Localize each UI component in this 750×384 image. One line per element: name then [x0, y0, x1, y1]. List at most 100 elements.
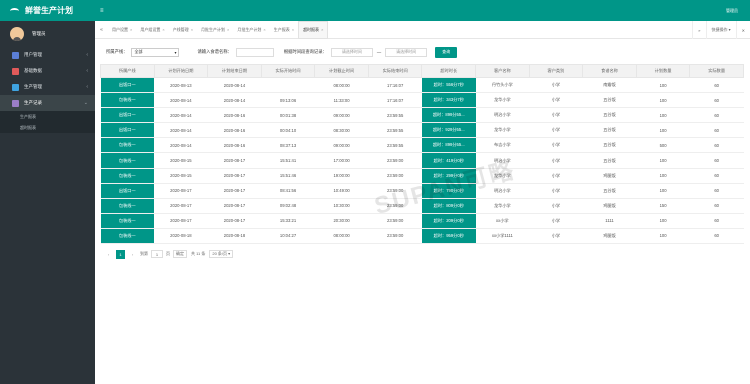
cell-plan-end-date: 2020-08-14: [207, 77, 262, 94]
cell-timeout-duration: 超时：809分0秒: [421, 198, 476, 214]
cell-recipe-name: 鸡腿饭: [582, 198, 637, 214]
search-button[interactable]: 查询: [435, 46, 458, 58]
sidebar-item-production[interactable]: 生产管理 ‹: [0, 79, 95, 95]
col-header-line[interactable]: 所属产线: [100, 64, 155, 78]
tab-user-group-settings[interactable]: 用户组设置 ×: [136, 21, 168, 39]
cell-plan-end-date: 2020-08-17: [207, 183, 262, 199]
cell-timeout-duration: 超时：299分0秒: [421, 168, 476, 184]
sidebar-item-records[interactable]: 生产记录 ⌄: [0, 95, 95, 111]
cell-plan-start-date: 2020-08-15: [154, 152, 208, 169]
close-icon[interactable]: ×: [227, 27, 229, 32]
page-size-select[interactable]: 20 条/页 ▾: [209, 250, 234, 259]
close-icon[interactable]: ×: [191, 27, 193, 32]
page-number-input[interactable]: 1: [151, 250, 163, 259]
chevron-left-icon: ‹: [86, 52, 88, 58]
table-row[interactable]: 出饭口一 2020-08-13 2020-08-14 08:00:00 17:16:07…: [100, 77, 744, 94]
cell-plan-deadline: 08:00:00: [314, 77, 369, 94]
cell-plan-start-date: 2020-08-17: [154, 198, 208, 214]
cell-customer-type: 小学: [529, 122, 583, 139]
tab-prev-icon[interactable]: «: [95, 27, 108, 33]
quick-actions-dropdown[interactable]: 快捷操作 ▾: [705, 21, 736, 39]
menu-toggle-icon[interactable]: ≡: [100, 8, 104, 14]
cell-customer-type: 小学: [529, 92, 583, 109]
close-icon[interactable]: ×: [162, 27, 164, 32]
close-icon[interactable]: ×: [130, 27, 132, 32]
prev-page-button[interactable]: ‹: [104, 250, 113, 259]
col-header-actual-end-time[interactable]: 实际结束时间: [367, 64, 423, 78]
table-row[interactable]: 包装线一 2020-08-14 2020-08-16 08:37:13 09:00:00…: [100, 137, 744, 154]
cell-actual-end-time: 17:16:07: [368, 92, 422, 109]
table-row[interactable]: 包装线一 2020-08-17 2020-08-17 09:02:48 10:30:00…: [100, 198, 744, 214]
table-row[interactable]: 包装线一 2020-08-15 2020-08-17 15:51:41 17:00:00…: [100, 152, 744, 169]
tab-timeout-report[interactable]: 超时报表 ×: [298, 20, 329, 39]
admin-menu[interactable]: 管理员: [726, 8, 738, 14]
tab-next-icon[interactable]: »: [692, 21, 705, 39]
goto-confirm-button[interactable]: 确定: [173, 250, 187, 259]
table-row[interactable]: 包装线一 2020-08-18 2020-08-18 10:04:27 08:00:00…: [100, 228, 744, 245]
cell-customer-name: 明治小学: [475, 107, 530, 124]
cell-plan-end-date: 2020-08-17: [207, 168, 262, 184]
table-row[interactable]: 出饭口一 2020-08-14 2020-08-16 00:04:10 08:30:00…: [100, 122, 744, 139]
start-date-input[interactable]: 请选择时间: [330, 47, 373, 57]
cell-customer-type: 小学: [529, 168, 583, 184]
user-icon: [12, 51, 19, 59]
user-info[interactable]: 管理员: [0, 21, 95, 47]
next-page-button[interactable]: ›: [128, 250, 137, 259]
end-date-input[interactable]: 请选择时间: [385, 47, 428, 57]
close-all-icon[interactable]: ✕: [735, 21, 750, 39]
brand: 鲜誉生产计划: [0, 0, 95, 21]
table-row[interactable]: 包装线一 2020-08-14 2020-08-14 09:13:06 11:33:00…: [100, 92, 744, 109]
cell-plan-deadline: 10:30:00: [314, 198, 369, 214]
main-content: 所属产线： 全部 ▾ 请输入食谱名称： 根据时间段查询记录： 请选择时间 — 请…: [98, 43, 746, 379]
col-header-plan-start-date[interactable]: 计划开始日期: [153, 64, 209, 78]
col-header-customer-name[interactable]: 客户名称: [475, 64, 530, 78]
col-header-timeout-duration[interactable]: 超时时长: [421, 64, 477, 78]
col-header-actual-start-time[interactable]: 实际开始时间: [260, 64, 316, 78]
cell-recipe-name: 鸡腿饭: [582, 228, 637, 245]
page-1-button[interactable]: 1: [116, 249, 125, 259]
product-input[interactable]: [235, 47, 274, 57]
col-header-recipe-name[interactable]: 食谱名称: [582, 64, 637, 78]
cell-plan-deadline: 20:30:00: [314, 213, 369, 229]
line-select[interactable]: 全部 ▾: [131, 47, 180, 57]
cell-plan-start-date: 2020-08-14: [154, 137, 208, 154]
col-header-plan-end-date[interactable]: 计划结束日期: [207, 64, 262, 78]
goto-label: 到第: [140, 251, 148, 257]
sidebar-item-users[interactable]: 用户管理 ‹: [0, 47, 95, 63]
tab-line-management[interactable]: 产线管理 ×: [169, 21, 197, 39]
close-icon[interactable]: ×: [321, 27, 323, 32]
cell-actual-qty: 60: [689, 228, 744, 245]
cell-actual-start-time: [261, 77, 315, 94]
table-row[interactable]: 包装线一 2020-08-17 2020-08-17 15:33:21 20:30:00…: [100, 213, 744, 229]
table-row[interactable]: 包装线一 2020-08-15 2020-08-17 15:51:46 19:00:00…: [100, 168, 744, 184]
pagination: ‹ 1 › 到第 1 页 确定 共 11 条 20 条/页 ▾: [104, 247, 746, 261]
line-label: 所属产线：: [106, 49, 128, 54]
cell-plan-end-date: 2020-08-17: [207, 198, 262, 214]
cell-actual-start-time: 15:51:41: [261, 152, 315, 169]
col-header-plan-qty[interactable]: 计划数量: [635, 64, 691, 78]
tab-production-report[interactable]: 生产报表 ×: [270, 21, 298, 39]
cell-plan-qty: 100: [636, 122, 690, 139]
tab-monthly-plan-1[interactable]: 月批生产计划 ×: [197, 21, 233, 39]
col-header-plan-deadline[interactable]: 计划截止时间: [314, 64, 369, 78]
submenu-item-timeout-report[interactable]: 超时报表: [0, 122, 95, 133]
cell-actual-end-time: 23:59:00: [368, 183, 422, 199]
col-header-customer-type[interactable]: 客户类别: [528, 64, 584, 78]
sidebar: 鲜誉生产计划 管理员 用户管理 ‹ 基础数据 ‹ 生产管理 ‹ 生产记录 ⌄ 生…: [0, 0, 95, 384]
tab-monthly-plan-2[interactable]: 月批生产计划 ×: [233, 21, 269, 39]
cell-actual-qty: 60: [689, 198, 744, 214]
cell-actual-end-time: 23:59:00: [368, 213, 422, 229]
close-icon[interactable]: ×: [292, 27, 294, 32]
tab-tools: » 快捷操作 ▾ ✕: [692, 21, 750, 39]
tab-user-settings[interactable]: 用户设置 ×: [108, 21, 136, 39]
col-header-actual-qty[interactable]: 实际数量: [689, 64, 744, 78]
logo-icon: [10, 7, 19, 14]
submenu-item-production-report[interactable]: 生产报表: [0, 111, 95, 122]
table-row[interactable]: 出饭口一 2020-08-14 2020-08-16 00:01:38 09:00:00…: [100, 107, 744, 124]
table-row[interactable]: 出饭口一 2020-08-17 2020-08-17 08:41:56 10:49:00…: [100, 183, 744, 199]
cell-line: 包装线一: [100, 92, 155, 109]
cell-customer-type: 小学: [529, 228, 583, 245]
close-icon[interactable]: ×: [263, 27, 265, 32]
cell-line: 出饭口一: [100, 107, 155, 124]
sidebar-item-basic-data[interactable]: 基础数据 ‹: [0, 63, 95, 79]
